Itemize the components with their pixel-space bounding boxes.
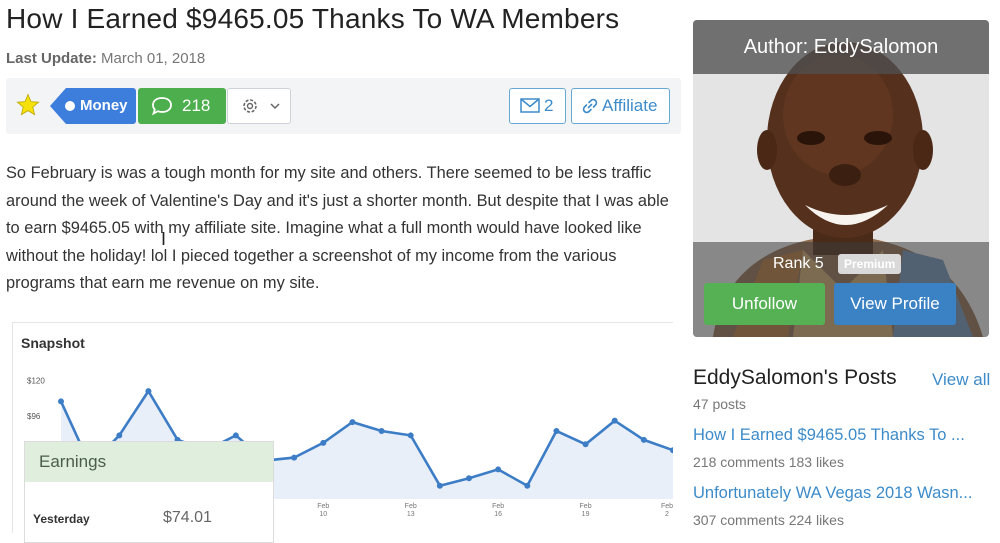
affiliate-button[interactable]: Affiliate — [571, 88, 670, 124]
last-update-date: March 01, 2018 — [101, 50, 206, 67]
data-point — [320, 439, 327, 446]
post-meta: 218 comments 183 likes — [693, 454, 844, 470]
link-icon — [582, 98, 598, 114]
category-tag-label: Money — [80, 97, 128, 114]
data-point — [611, 417, 618, 424]
settings-dropdown[interactable] — [227, 88, 291, 124]
author-header: Author: EddySalomon — [693, 20, 989, 74]
article-body: So February is was a tough month for my … — [6, 164, 669, 292]
data-point — [407, 432, 414, 439]
comment-icon — [151, 97, 172, 116]
data-point — [232, 432, 239, 439]
view-all-link[interactable]: View all — [932, 370, 990, 390]
data-point — [466, 475, 472, 482]
snapshot-widget: $120$96$72Feb10Feb13Feb16Feb19Feb2 Snaps… — [12, 322, 673, 543]
data-point — [378, 428, 385, 434]
earnings-header: Earnings — [25, 442, 273, 482]
data-point — [524, 482, 531, 489]
affiliate-label: Affiliate — [602, 96, 658, 115]
author-rank: Rank 5 — [773, 255, 824, 272]
earnings-card: Earnings Yesterday $74.01 — [24, 441, 274, 543]
article-toolbar: Money 218 2 Affiliate — [6, 78, 681, 134]
data-point — [436, 482, 443, 489]
yesterday-label: Yesterday — [33, 512, 90, 526]
tag-dot-icon — [65, 101, 75, 111]
last-update-label: Last Update: — [6, 50, 97, 67]
y-tick-label: $120 — [27, 377, 45, 386]
data-point — [495, 466, 502, 473]
last-update: Last Update: March 01, 2018 — [6, 50, 205, 67]
comments-count: 218 — [182, 96, 211, 115]
gear-icon — [243, 99, 257, 113]
data-point — [291, 454, 298, 461]
data-point — [582, 441, 589, 448]
category-tag-money[interactable]: Money — [50, 88, 136, 124]
article-title: How I Earned $9465.05 Thanks To WA Membe… — [6, 3, 620, 34]
data-point — [640, 436, 647, 443]
premium-badge: Premium — [838, 254, 902, 274]
data-point — [349, 419, 356, 426]
messages-count: 2 — [544, 96, 554, 115]
view-profile-button[interactable]: View Profile — [834, 283, 956, 325]
post-link[interactable]: How I Earned $9465.05 Thanks To ... — [693, 426, 965, 445]
x-tick-label: Feb 16 — [492, 503, 504, 518]
messages-button[interactable]: 2 — [509, 88, 566, 124]
x-tick-label: Feb 10 — [317, 503, 329, 518]
data-point — [553, 428, 560, 434]
x-tick-label: Feb 2 — [661, 503, 673, 518]
yesterday-value: $74.01 — [163, 509, 212, 526]
x-tick-label: Feb 19 — [580, 503, 592, 518]
mail-icon — [520, 98, 540, 113]
data-point — [145, 388, 152, 395]
unfollow-button[interactable]: Unfollow — [704, 283, 825, 325]
chevron-down-icon — [270, 103, 280, 110]
y-tick-label: $96 — [27, 412, 41, 421]
x-tick-label: Feb 13 — [405, 503, 417, 518]
comments-button[interactable]: 218 — [138, 88, 226, 124]
snapshot-title: Snapshot — [21, 335, 85, 351]
data-point — [58, 398, 64, 405]
post-link[interactable]: Unfortunately WA Vegas 2018 Wasn... — [693, 484, 972, 503]
author-posts-title: EddySalomon's Posts — [693, 366, 897, 389]
text-cursor-icon: I — [161, 229, 167, 249]
star-icon[interactable] — [16, 93, 40, 117]
data-point — [116, 432, 123, 439]
posts-count: 47 posts — [693, 396, 746, 412]
author-card: Author: EddySalomon Rank 5 Premium Unfol… — [693, 20, 989, 337]
